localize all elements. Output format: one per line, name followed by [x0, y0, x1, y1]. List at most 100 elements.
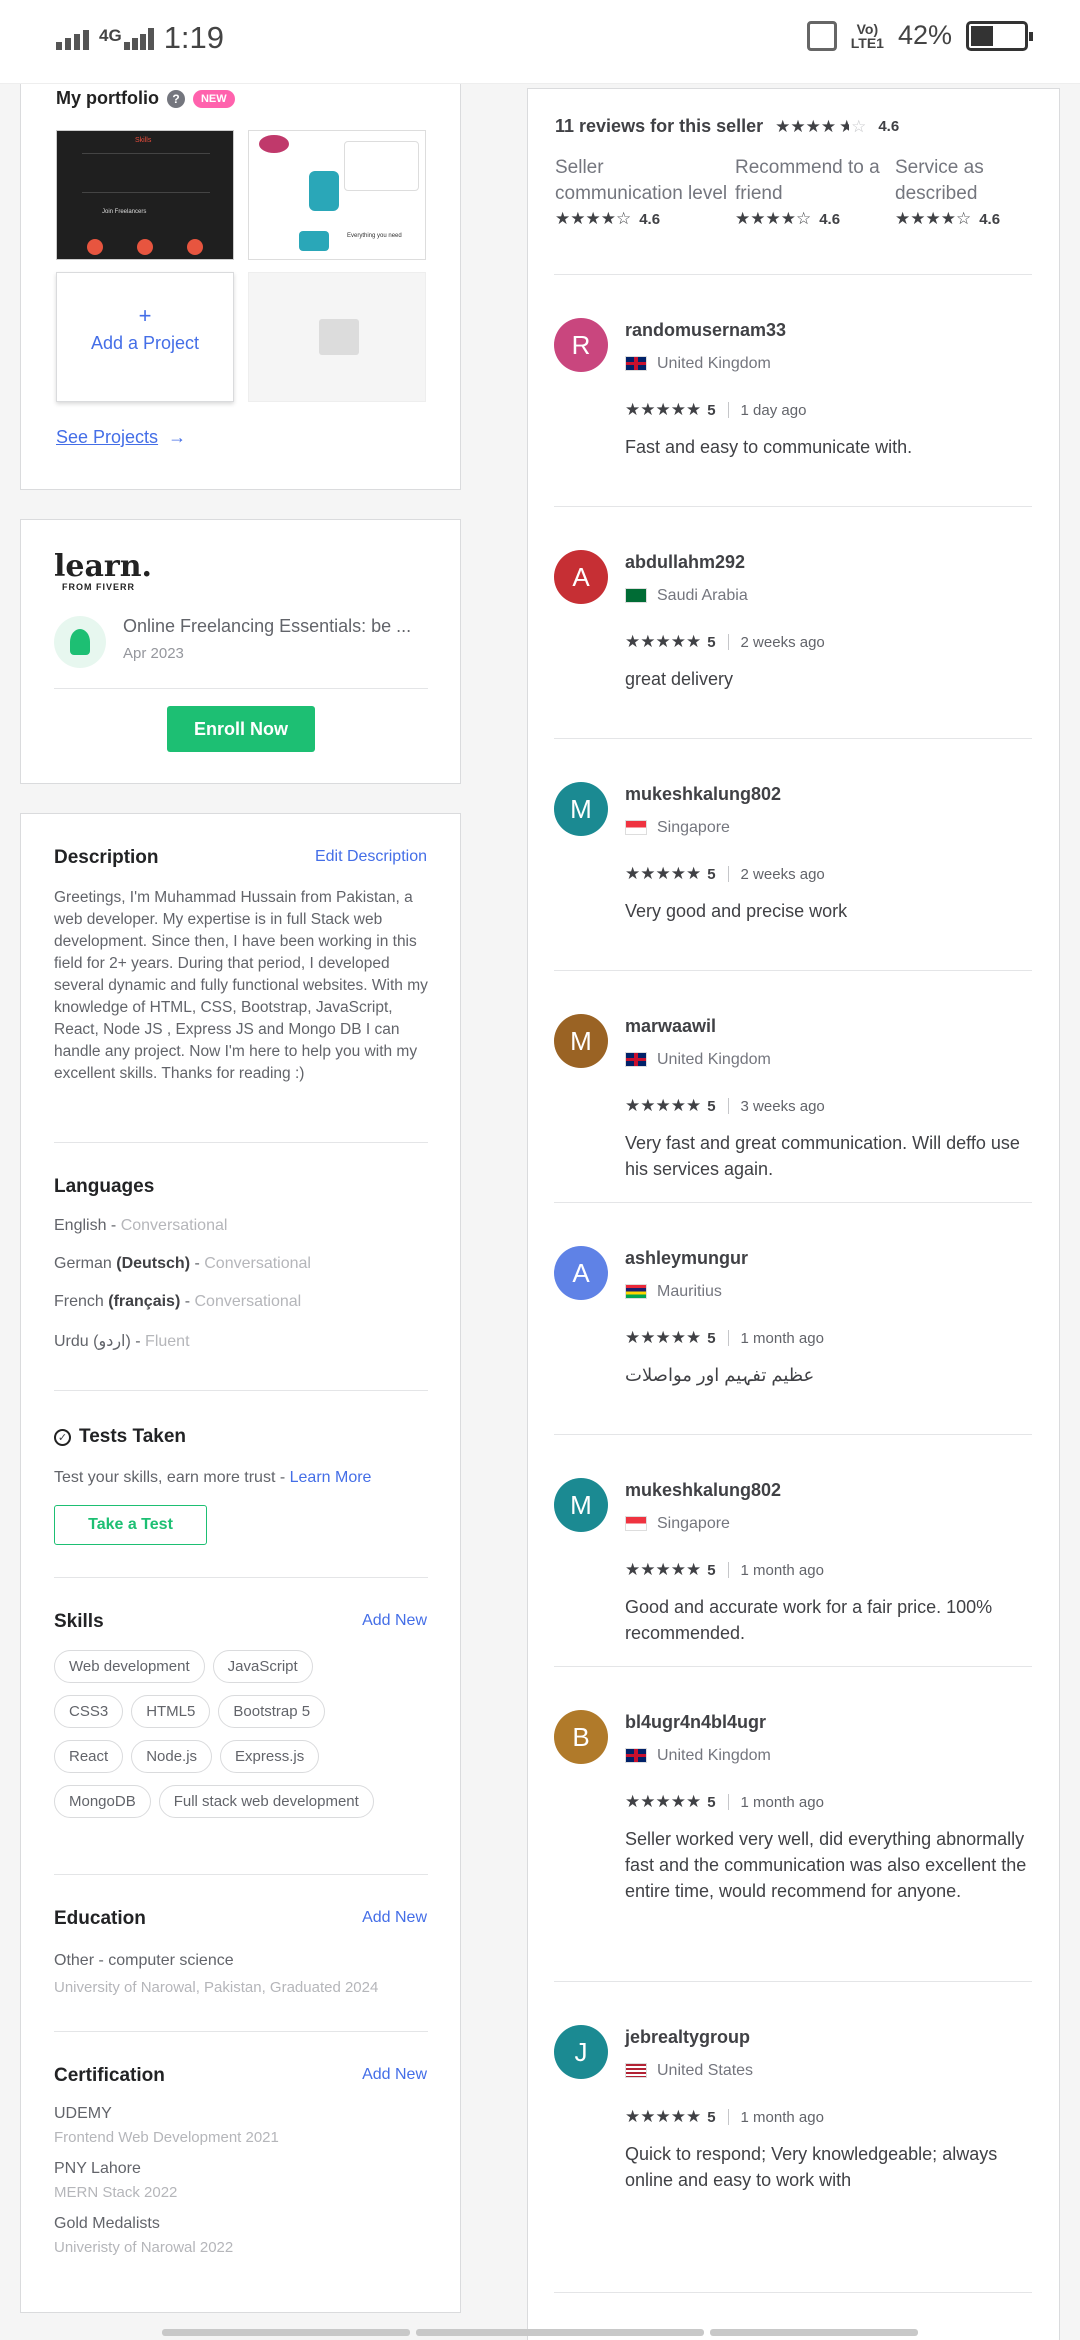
review-date: 2 weeks ago: [740, 865, 825, 883]
learn-card: learn. FROM FIVERR Online Freelancing Es…: [20, 519, 461, 784]
flag-icon: [625, 820, 647, 836]
skills-list: Web development JavaScript CSS3 HTML5 Boots…: [54, 1650, 434, 1830]
review-divider: [554, 2292, 1032, 2293]
certification-list: UDEMY Frontend Web Development 2021 PNY …: [54, 2105, 279, 2256]
review-rating: ★★★★★ 5 1 month ago: [625, 1328, 824, 1348]
add-project-tile[interactable]: + Add a Project: [56, 272, 234, 402]
review-rating: ★★★★★ 5 2 weeks ago: [625, 864, 825, 884]
certification-title: Certification: [54, 2065, 165, 2086]
cert-issuer: PNY Lahore: [54, 2160, 141, 2177]
language-item: French (français) - Conversational: [54, 1293, 302, 1310]
avatar[interactable]: A: [554, 1246, 608, 1300]
skill-chip[interactable]: React: [54, 1740, 124, 1773]
review-stars: ★★★★★: [625, 632, 702, 651]
review-rating: ★★★★★ 5 1 day ago: [625, 400, 806, 420]
review-divider: [554, 1202, 1032, 1203]
review-score: 5: [707, 1561, 716, 1579]
country-label: United Kingdom: [657, 355, 771, 372]
profile-details-card: Description Edit Description Greetings, …: [20, 813, 461, 2313]
image-placeholder-icon: [319, 319, 359, 355]
avatar[interactable]: A: [554, 550, 608, 604]
avatar[interactable]: J: [554, 2025, 608, 2079]
learn-more-link[interactable]: Learn More: [290, 1469, 372, 1486]
help-icon[interactable]: ?: [166, 89, 185, 108]
skill-chip[interactable]: Node.js: [131, 1740, 213, 1773]
review-stars: ★★★★★: [625, 400, 702, 419]
portfolio-title: My portfolio: [56, 88, 159, 108]
portfolio-project-thumb[interactable]: Skills Join Freelancers: [56, 130, 234, 260]
skill-chip[interactable]: JavaScript: [212, 1650, 313, 1683]
see-projects-label: See Projects: [56, 427, 159, 447]
review-rating: ★★★★★ 5 1 month ago: [625, 1792, 824, 1812]
review-stars: ★★★★★: [625, 864, 702, 883]
review-username[interactable]: jebrealtygroup: [625, 2027, 750, 2048]
review-username[interactable]: ashleymungur: [625, 1248, 748, 1269]
review-text: Quick to respond; Very knowledgeable; al…: [625, 2144, 998, 2190]
flag-icon: [625, 356, 647, 372]
take-a-test-button[interactable]: Take a Test: [54, 1505, 207, 1545]
avatar[interactable]: M: [554, 1478, 608, 1532]
country-label: Singapore: [657, 1515, 730, 1532]
avatar[interactable]: B: [554, 1710, 608, 1764]
review-username[interactable]: marwaawil: [625, 1016, 716, 1037]
add-education-link[interactable]: Add New: [362, 1909, 427, 1927]
review-text: Fast and easy to communicate with.: [625, 437, 913, 457]
overall-score: 4.6: [878, 118, 900, 135]
review-divider: [554, 1666, 1032, 1667]
avatar[interactable]: M: [554, 1014, 608, 1068]
review-username[interactable]: bl4ugr4n4bl4ugr: [625, 1712, 766, 1733]
review-stars: ★★★★★: [625, 1792, 702, 1811]
scroll-indicator[interactable]: [162, 2329, 918, 2336]
thumb-caption: Everything you need: [347, 233, 402, 239]
review-username[interactable]: randomusernam33: [625, 320, 786, 341]
avatar[interactable]: R: [554, 318, 608, 372]
learn-fiverr-logo: learn. FROM FIVERR: [54, 549, 152, 593]
status-bar: 4G 1:19 Vo) LTE1 42%: [0, 0, 1080, 84]
breakdown-score: 4.6: [979, 210, 1001, 228]
review-date: 1 month ago: [740, 1329, 824, 1347]
country-label: Mauritius: [657, 1283, 722, 1300]
review-date: 1 month ago: [740, 2108, 824, 2126]
review-date: 1 month ago: [740, 1561, 824, 1579]
cert-name: MERN Stack 2022: [54, 2184, 178, 2201]
skill-chip[interactable]: Full stack web development: [158, 1785, 374, 1818]
skill-chip[interactable]: MongoDB: [54, 1785, 151, 1818]
review-country: Singapore: [625, 1515, 730, 1533]
review-username[interactable]: mukeshkalung802: [625, 1480, 781, 1501]
skill-chip[interactable]: Express.js: [220, 1740, 320, 1773]
enroll-now-button[interactable]: Enroll Now: [167, 706, 315, 752]
review-stars: ★★★★★: [625, 1560, 702, 1579]
see-projects-link[interactable]: See Projects →: [56, 427, 186, 448]
breakdown-stars: ★★★★☆: [735, 209, 812, 228]
review-text: Very fast and great communication. Will …: [625, 1133, 1020, 1179]
review-date: 3 weeks ago: [740, 1097, 825, 1115]
review-rating: ★★★★★ 5 3 weeks ago: [625, 1096, 825, 1116]
review-score: 5: [707, 1793, 716, 1811]
portfolio-project-thumb[interactable]: Everything you need: [248, 130, 426, 260]
skill-chip[interactable]: CSS3: [54, 1695, 124, 1728]
edit-description-link[interactable]: Edit Description: [315, 848, 427, 866]
language-item: English - Conversational: [54, 1217, 228, 1234]
empty-project-slot: [248, 272, 426, 402]
skill-chip[interactable]: Web development: [54, 1650, 205, 1683]
tests-title: Tests Taken: [79, 1426, 187, 1447]
certification-item: PNY Lahore MERN Stack 2022: [54, 2160, 279, 2201]
avatar[interactable]: M: [554, 782, 608, 836]
review-score: 5: [707, 2108, 716, 2126]
add-certification-link[interactable]: Add New: [362, 2066, 427, 2084]
breakdown-stars: ★★★★☆: [555, 209, 632, 228]
add-project-label: Add a Project: [90, 333, 200, 353]
course-date: Apr 2023: [123, 645, 184, 662]
add-skill-link[interactable]: Add New: [362, 1612, 427, 1630]
review-username[interactable]: mukeshkalung802: [625, 784, 781, 805]
breakdown-stars: ★★★★☆: [895, 209, 972, 228]
learn-logo-text: learn.: [54, 549, 152, 584]
skill-chip[interactable]: HTML5: [131, 1695, 211, 1728]
skill-chip[interactable]: Bootstrap 5: [218, 1695, 326, 1728]
description-title: Description: [54, 847, 159, 868]
country-label: United States: [657, 2062, 754, 2079]
review-date: 2 weeks ago: [740, 633, 825, 651]
review-username[interactable]: abdullahm292: [625, 552, 745, 573]
certification-item: UDEMY Frontend Web Development 2021: [54, 2105, 279, 2146]
course-title[interactable]: Online Freelancing Essentials: be ...: [123, 616, 411, 637]
